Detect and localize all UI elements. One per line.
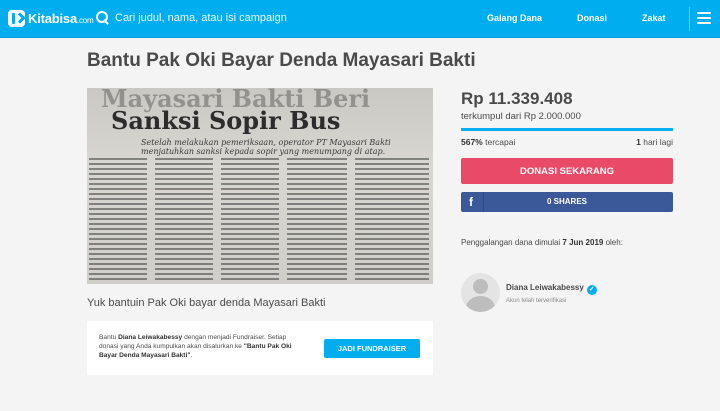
newspaper-column [221, 158, 279, 282]
progress-bar [461, 128, 673, 131]
logo-icon [8, 10, 25, 27]
newspaper-headline-ghost: Mayasari Bakti Beri [101, 88, 371, 113]
nav-link-donasi[interactable]: Donasi [577, 13, 607, 23]
newspaper-column [287, 158, 347, 282]
organizer-name[interactable]: Diana Leiwakabessy [506, 283, 584, 292]
target-amount: terkumpul dari Rp 2.000.000 [461, 111, 581, 122]
organizer-profile[interactable]: Diana Leiwakabessy ✓ Akun telah terverifi… [461, 273, 673, 313]
organizer-verified-status: Akun telah terverifikasi [506, 298, 567, 304]
search-icon[interactable] [96, 11, 109, 24]
avatar-placeholder-icon[interactable] [461, 273, 500, 312]
donasi-sekarang-button[interactable]: DONASI SEKARANG [461, 158, 673, 184]
fundraising-start-date: Penggalangan dana dimulai 7 Jun 2019 ole… [461, 238, 623, 247]
campaign-title: Bantu Pak Oki Bayar Denda Mayasari Bakti [87, 50, 476, 71]
collected-amount: Rp 11.339.408 [461, 89, 573, 108]
logo-text: Kitabisa [28, 11, 77, 26]
newspaper-headline-main: Sanksi Sopir Bus [111, 106, 341, 135]
newspaper-column [155, 158, 213, 282]
kitabisa-logo[interactable]: Kitabisa.com [8, 10, 94, 27]
facebook-share-button[interactable]: f 0 SHARES [461, 192, 673, 212]
fundraiser-card: Bantu Diana Leiwakabessy dengan menjadi … [87, 321, 433, 375]
nav-divider [689, 7, 690, 31]
newspaper-column [355, 158, 429, 282]
nav-link-galang-dana[interactable]: Galang Dana [487, 13, 542, 23]
top-navbar: Kitabisa.com Galang Dana Donasi Zakat [0, 0, 720, 38]
campaign-image: Mayasari Bakti Beri Sanksi Sopir Bus Set… [87, 88, 433, 284]
share-count: 0 SHARES [546, 197, 587, 206]
newspaper-headline: Mayasari Bakti Beri Sanksi Sopir Bus [101, 88, 371, 135]
logo-suffix: .com [76, 16, 94, 25]
search-bar [96, 11, 375, 24]
progress-fill [461, 128, 673, 131]
fundraiser-organizer-name: Diana Leiwakabessy [118, 334, 183, 341]
newspaper-deck: Setelah melakukan pemeriksaan, operator … [141, 138, 391, 156]
verified-icon: ✓ [586, 285, 597, 295]
newspaper-column [89, 158, 147, 282]
jadi-fundraiser-button[interactable]: JADI FUNDRAISER [324, 339, 420, 358]
search-input[interactable] [115, 11, 375, 24]
image-caption: Yuk bantuin Pak Oki bayar denda Mayasari… [87, 297, 326, 309]
days-remaining: 1 hari lagi [636, 137, 673, 147]
nav-link-zakat[interactable]: Zakat [642, 13, 666, 23]
percent-reached: 567% tercapai [461, 137, 516, 147]
fundraiser-text: Bantu Diana Leiwakabessy dengan menjadi … [99, 334, 292, 359]
menu-icon[interactable] [697, 12, 711, 24]
